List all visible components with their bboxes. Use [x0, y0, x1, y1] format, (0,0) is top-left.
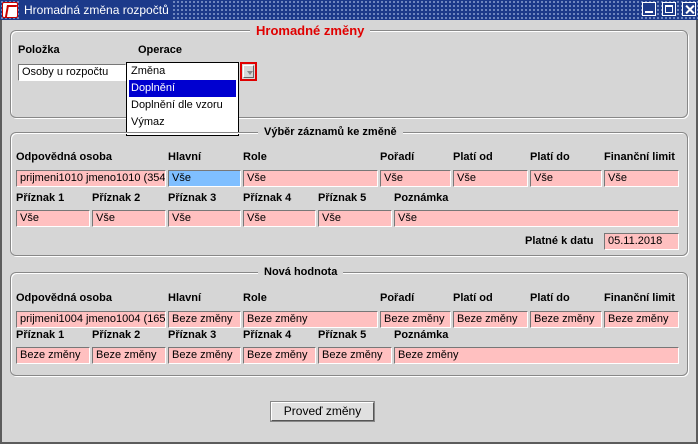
nova-plati-od-field[interactable]: Beze změny: [453, 311, 528, 328]
nova-odpovedna-osoba-field[interactable]: prijmeni1004 jmeno1004 (1656: [16, 311, 166, 328]
nova-hlavni-field[interactable]: Beze změny: [168, 311, 241, 328]
nova-label-priznak4: Příznak 4: [243, 329, 292, 341]
nova-label-priznak1: Příznak 1: [16, 329, 65, 341]
vyber-hlavni-field[interactable]: Vše: [168, 170, 241, 187]
nova-label-plati-do: Platí do: [530, 292, 570, 304]
window-title: Hromadná změna rozpočtů: [20, 0, 173, 20]
operace-label: Operace: [138, 44, 183, 56]
vyber-label-plati-do: Platí do: [530, 151, 570, 163]
provest-zmeny-button[interactable]: Proveď změny: [271, 402, 374, 421]
vyber-label-priznak4: Příznak 4: [243, 192, 292, 204]
nova-role-field[interactable]: Beze změny: [243, 311, 378, 328]
polozka-label: Položka: [18, 44, 60, 56]
vyber-label-hlavni: Hlavní: [168, 151, 202, 163]
nova-label-poradi: Pořadí: [380, 292, 415, 304]
nova-label-plati-od: Platí od: [453, 292, 493, 304]
vyber-priznak3-field[interactable]: Vše: [168, 210, 241, 227]
vyber-label-priznak2: Příznak 2: [92, 192, 141, 204]
nova-label-hlavni: Hlavní: [168, 292, 202, 304]
operace-option-vymaz[interactable]: Výmaz: [127, 114, 238, 131]
vyber-label-poradi: Pořadí: [380, 151, 415, 163]
polozka-select[interactable]: Osoby u rozpočtu: [18, 64, 126, 81]
nova-label-priznak2: Příznak 2: [92, 329, 141, 341]
vyber-label-priznak1: Příznak 1: [16, 192, 65, 204]
vyber-poradi-field[interactable]: Vše: [380, 170, 451, 187]
operace-dropdown-list: Změna Doplnění Doplnění dle vzoru Výmaz: [126, 62, 239, 136]
vyber-label-role: Role: [243, 151, 267, 163]
nova-group-title: Nová hodnota: [258, 266, 344, 278]
nova-label-role: Role: [243, 292, 267, 304]
vyber-priznak5-field[interactable]: Vše: [318, 210, 392, 227]
minimize-icon[interactable]: [642, 2, 656, 16]
operace-option-doplneni-dle-vzoru[interactable]: Doplnění dle vzoru: [127, 97, 238, 114]
platne-k-datu-label: Platné k datu: [525, 235, 594, 247]
vyber-priznak1-field[interactable]: Vše: [16, 210, 90, 227]
vyber-plati-do-field[interactable]: Vše: [530, 170, 602, 187]
nova-plati-do-field[interactable]: Beze změny: [530, 311, 602, 328]
nova-priznak1-field[interactable]: Beze změny: [16, 347, 90, 364]
vyber-group-title: Výběr záznamů ke změně: [258, 126, 403, 138]
vyber-label-odpovedna-osoba: Odpovědná osoba: [16, 151, 112, 163]
vyber-label-priznak5: Příznak 5: [318, 192, 367, 204]
vyber-priznak4-field[interactable]: Vše: [243, 210, 316, 227]
app-icon: [2, 2, 18, 18]
vyber-label-financni-limit: Finanční limit: [604, 151, 675, 163]
nova-financni-limit-field[interactable]: Beze změny: [604, 311, 679, 328]
vyber-label-priznak3: Příznak 3: [168, 192, 217, 204]
nova-priznak2-field[interactable]: Beze změny: [92, 347, 166, 364]
platne-k-datu-field[interactable]: 05.11.2018: [604, 233, 679, 250]
vyber-plati-od-field[interactable]: Vše: [453, 170, 528, 187]
page-heading: Hromadné změny: [250, 23, 371, 38]
nova-priznak5-field[interactable]: Beze změny: [318, 347, 392, 364]
nova-label-odpovedna-osoba: Odpovědná osoba: [16, 292, 112, 304]
vyber-label-plati-od: Platí od: [453, 151, 493, 163]
vyber-role-field[interactable]: Vše: [243, 170, 378, 187]
operace-option-zmena[interactable]: Změna: [127, 63, 238, 80]
vyber-odpovedna-osoba-field[interactable]: prijmeni1010 jmeno1010 (3546: [16, 170, 166, 187]
nova-label-poznamka: Poznámka: [394, 329, 449, 341]
vyber-financni-limit-field[interactable]: Vše: [604, 170, 679, 187]
nova-priznak4-field[interactable]: Beze změny: [243, 347, 316, 364]
nova-label-financni-limit: Finanční limit: [604, 292, 675, 304]
close-icon[interactable]: [682, 2, 696, 16]
nova-label-priznak5: Příznak 5: [318, 329, 367, 341]
operace-dropdown-button[interactable]: [240, 62, 257, 81]
title-bar: Hromadná změna rozpočtů: [0, 0, 698, 20]
operace-option-doplneni[interactable]: Doplnění: [129, 80, 236, 97]
maximize-icon[interactable]: [662, 2, 676, 16]
chevron-down-icon: [243, 65, 254, 78]
vyber-label-poznamka: Poznámka: [394, 192, 449, 204]
nova-poradi-field[interactable]: Beze změny: [380, 311, 451, 328]
nova-poznamka-field[interactable]: Beze změny: [394, 347, 679, 364]
window-controls: [636, 2, 696, 19]
vyber-poznamka-field[interactable]: Vše: [394, 210, 679, 227]
nova-label-priznak3: Příznak 3: [168, 329, 217, 341]
nova-priznak3-field[interactable]: Beze změny: [168, 347, 241, 364]
vyber-priznak2-field[interactable]: Vše: [92, 210, 166, 227]
